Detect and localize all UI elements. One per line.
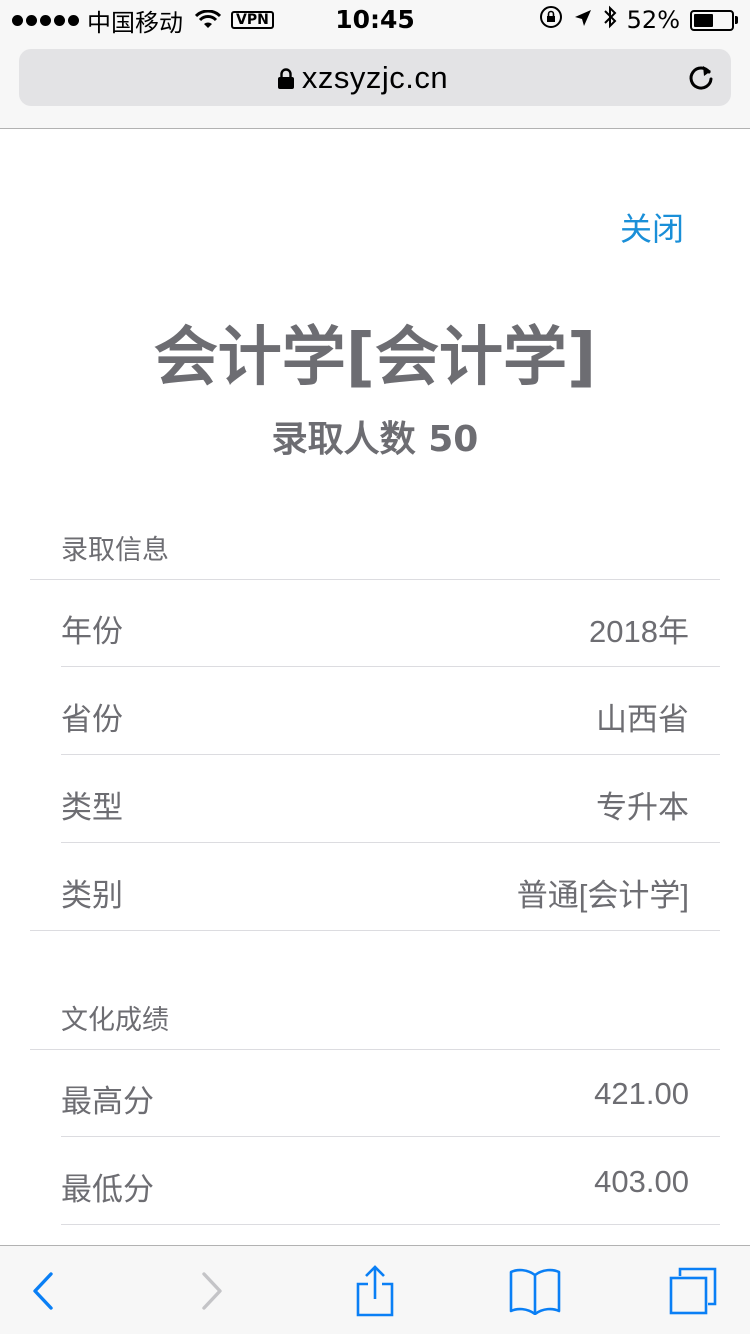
orientation-lock-icon: [539, 5, 563, 35]
close-button[interactable]: 关闭: [620, 204, 684, 250]
row-label-year: 年份: [61, 614, 123, 650]
admit-count: 录取人数 50: [271, 419, 479, 460]
address-bar[interactable]: xzsyzjc.cn: [19, 49, 731, 106]
row-label-type: 类型: [61, 790, 123, 826]
tabs-icon[interactable]: [663, 1246, 723, 1334]
reload-icon[interactable]: [687, 63, 715, 97]
divider: [61, 754, 720, 755]
row-value-min-score: 403.00: [594, 1164, 689, 1199]
row-value-year: 2018年: [589, 614, 689, 649]
row-value-category: 普通[会计学]: [516, 878, 689, 913]
section-header-admission: 录取信息: [61, 535, 169, 566]
row-label-max-score: 最高分: [61, 1084, 154, 1120]
divider: [61, 842, 720, 843]
bookmarks-icon[interactable]: [505, 1246, 565, 1334]
row-label-category: 类别: [61, 878, 123, 914]
row-value-max-score: 421.00: [594, 1076, 689, 1111]
divider: [30, 1049, 720, 1050]
browser-toolbar: [0, 1245, 750, 1334]
divider: [61, 1136, 720, 1137]
divider: [30, 930, 720, 931]
divider: [61, 666, 720, 667]
row-label-min-score: 最低分: [61, 1172, 154, 1208]
location-arrow-icon: [573, 6, 593, 34]
divider: [61, 1224, 720, 1225]
page-title: 会计学[会计学]: [153, 321, 597, 395]
battery-percent: 52%: [626, 6, 680, 34]
bluetooth-icon: [603, 5, 617, 35]
status-bar: 中国移动 VPN 10:45 52%: [0, 0, 750, 40]
battery-icon: [690, 9, 738, 31]
section-header-scores: 文化成绩: [61, 1005, 169, 1036]
row-value-province: 山西省: [596, 702, 689, 737]
row-label-province: 省份: [61, 702, 123, 738]
row-value-type: 专升本: [596, 790, 689, 825]
browser-url-area: xzsyzjc.cn: [0, 40, 750, 129]
url-text: xzsyzjc.cn: [301, 60, 449, 95]
share-icon[interactable]: [345, 1246, 405, 1334]
forward-chevron-icon[interactable]: [182, 1246, 242, 1334]
back-chevron-icon[interactable]: [13, 1246, 73, 1334]
divider: [30, 579, 720, 580]
